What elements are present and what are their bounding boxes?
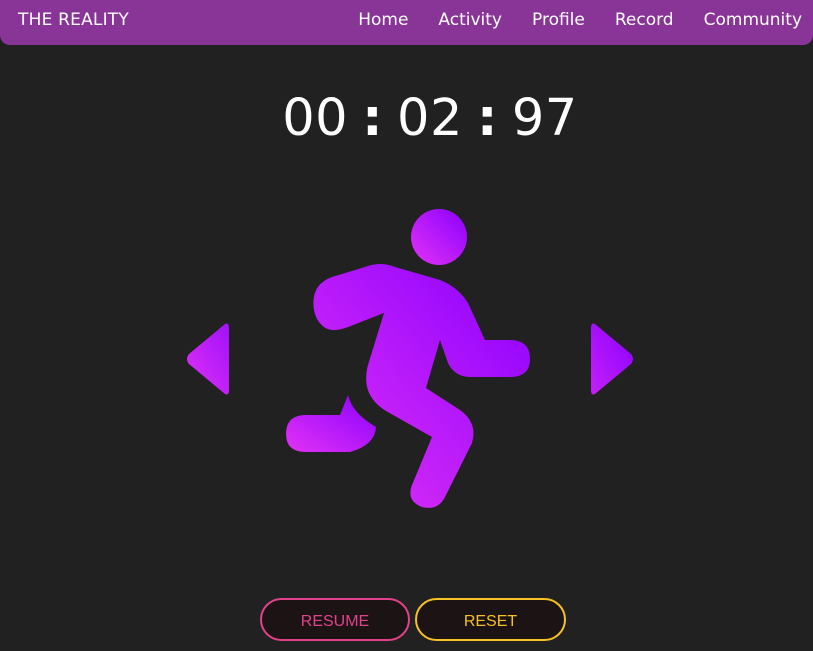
nav-link-profile[interactable]: Profile — [532, 10, 585, 30]
timer-minutes: 00 — [282, 89, 349, 148]
nav-link-activity[interactable]: Activity — [438, 10, 502, 30]
timer-separator: : — [362, 89, 384, 148]
reset-button[interactable]: RESET — [415, 598, 566, 641]
resume-button[interactable]: RESUME — [260, 598, 410, 641]
nav-link-home[interactable]: Home — [358, 10, 408, 30]
brand-logo[interactable]: THE REALITY — [18, 10, 129, 30]
stopwatch-display: 00:02:97 — [0, 88, 813, 150]
next-activity-arrow-icon[interactable] — [589, 320, 637, 398]
previous-activity-arrow-icon[interactable] — [183, 320, 231, 398]
nav-link-record[interactable]: Record — [615, 10, 674, 30]
navbar: THE REALITY Home Activity Profile Record… — [0, 0, 813, 45]
nav-link-community[interactable]: Community — [704, 10, 802, 30]
timer-seconds: 02 — [397, 89, 463, 148]
timer-separator: : — [476, 89, 498, 148]
timer-hundredths: 97 — [511, 89, 578, 148]
running-person-icon — [286, 209, 530, 508]
nav-links: Home Activity Profile Record Community — [328, 10, 802, 30]
